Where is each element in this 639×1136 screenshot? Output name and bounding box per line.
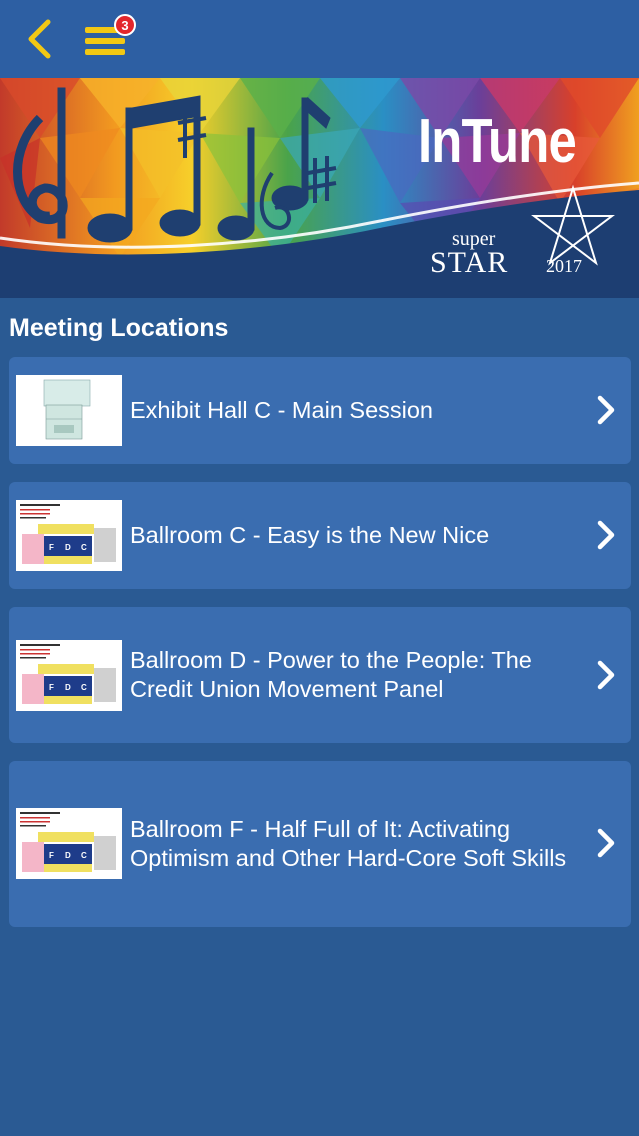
floorplan-thumbnail: F D C <box>16 500 122 571</box>
location-card-ballroom-d[interactable]: F D C Ballroom D - Power to the People: … <box>9 607 631 743</box>
floorplan-image: F D C <box>16 640 122 711</box>
svg-text:D: D <box>65 851 71 860</box>
svg-text:D: D <box>65 683 71 692</box>
floorplan-image: F D C <box>16 500 122 571</box>
svg-text:C: C <box>81 683 87 692</box>
svg-text:D: D <box>65 543 71 552</box>
logo-year-text: 2017 <box>546 256 582 276</box>
location-label: Exhibit Hall C - Main Session <box>130 397 433 423</box>
chevron-right-icon <box>597 520 615 550</box>
location-label: Ballroom D - Power to the People: The Cr… <box>130 647 532 702</box>
floorplan-thumbnail: F D C <box>16 808 122 879</box>
notification-badge: 3 <box>114 14 136 36</box>
svg-text:F: F <box>49 851 54 860</box>
floorplan-image: F D C <box>16 808 122 879</box>
chevron-right-icon <box>597 828 615 858</box>
top-nav-bar: 3 <box>0 0 639 78</box>
svg-text:C: C <box>81 851 87 860</box>
event-banner: InTune super STAR 2017 <box>0 78 639 298</box>
location-card-exhibit-hall-c[interactable]: Exhibit Hall C - Main Session <box>9 357 631 464</box>
svg-text:C: C <box>81 543 87 552</box>
back-button[interactable] <box>14 12 64 66</box>
svg-text:F: F <box>49 683 54 692</box>
location-label: Ballroom C - Easy is the New Nice <box>130 522 490 548</box>
location-card-ballroom-f[interactable]: F D C Ballroom F - Half Full of It: Acti… <box>9 761 631 927</box>
banner-title: InTune <box>418 107 577 176</box>
menu-button[interactable]: 3 <box>80 12 136 66</box>
chevron-right-icon <box>597 395 615 425</box>
chevron-right-icon <box>597 660 615 690</box>
location-label: Ballroom F - Half Full of It: Activating… <box>130 816 567 871</box>
floorplan-image <box>16 375 122 446</box>
floorplan-thumbnail <box>16 375 122 446</box>
svg-text:F: F <box>49 543 54 552</box>
location-card-ballroom-c[interactable]: F D C Ballroom C - Easy is the New Nice <box>9 482 631 589</box>
chevron-left-icon <box>28 19 51 59</box>
floorplan-thumbnail: F D C <box>16 640 122 711</box>
section-title: Meeting Locations <box>9 314 229 342</box>
logo-star-text: STAR <box>430 246 509 279</box>
